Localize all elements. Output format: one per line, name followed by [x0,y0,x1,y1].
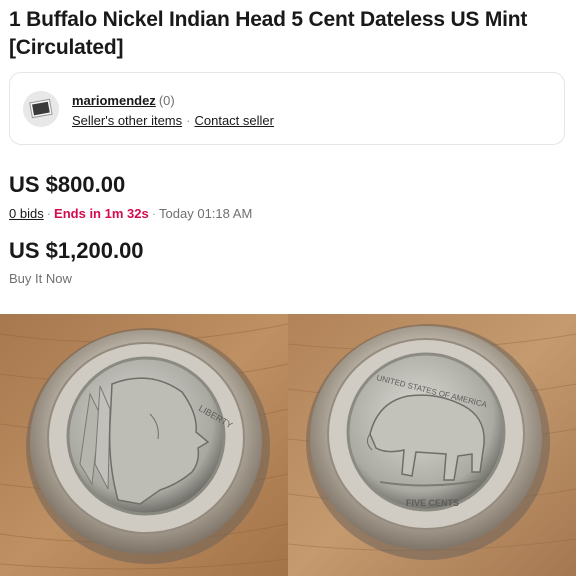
bid-count-link[interactable]: 0 bids [9,206,44,221]
coin-obverse-indian-head-photo: LIBERTY [0,314,288,576]
separator-dot: · [186,113,191,128]
auction-ends-countdown: Ends in 1m 32s [54,206,149,221]
auction-end-time: Today 01:18 AM [159,206,253,221]
current-bid-price: US $800.00 [9,172,126,197]
five-cents-inscription: FIVE CENTS [406,498,459,508]
avatar-photo-icon [23,91,59,127]
separator-dot: · [46,206,52,221]
seller-feedback-score: (0) [158,93,175,108]
seller-avatar[interactable] [23,91,59,127]
bid-info-row: 0 bids · Ends in 1m 32s · Today 01:18 AM [9,206,252,221]
buy-it-now-label: Buy It Now [9,271,72,286]
listing-photo-obverse[interactable]: LIBERTY [0,314,288,576]
listing-photo-reverse[interactable]: UNITED STATES OF AMERICA FIVE CENTS [288,314,576,576]
seller-name-link[interactable]: mariomendez [72,93,156,108]
contact-seller-link[interactable]: Contact seller [194,113,273,128]
separator-dot: · [151,206,157,221]
buy-it-now-price: US $1,200.00 [9,238,144,263]
seller-card: mariomendez (0) Seller's other items · Cont… [9,72,565,145]
coin-reverse-buffalo-photo: UNITED STATES OF AMERICA FIVE CENTS [288,314,576,576]
seller-other-items-link[interactable]: Seller's other items [72,113,182,128]
listing-title: 1 Buffalo Nickel Indian Head 5 Cent Date… [9,8,528,59]
